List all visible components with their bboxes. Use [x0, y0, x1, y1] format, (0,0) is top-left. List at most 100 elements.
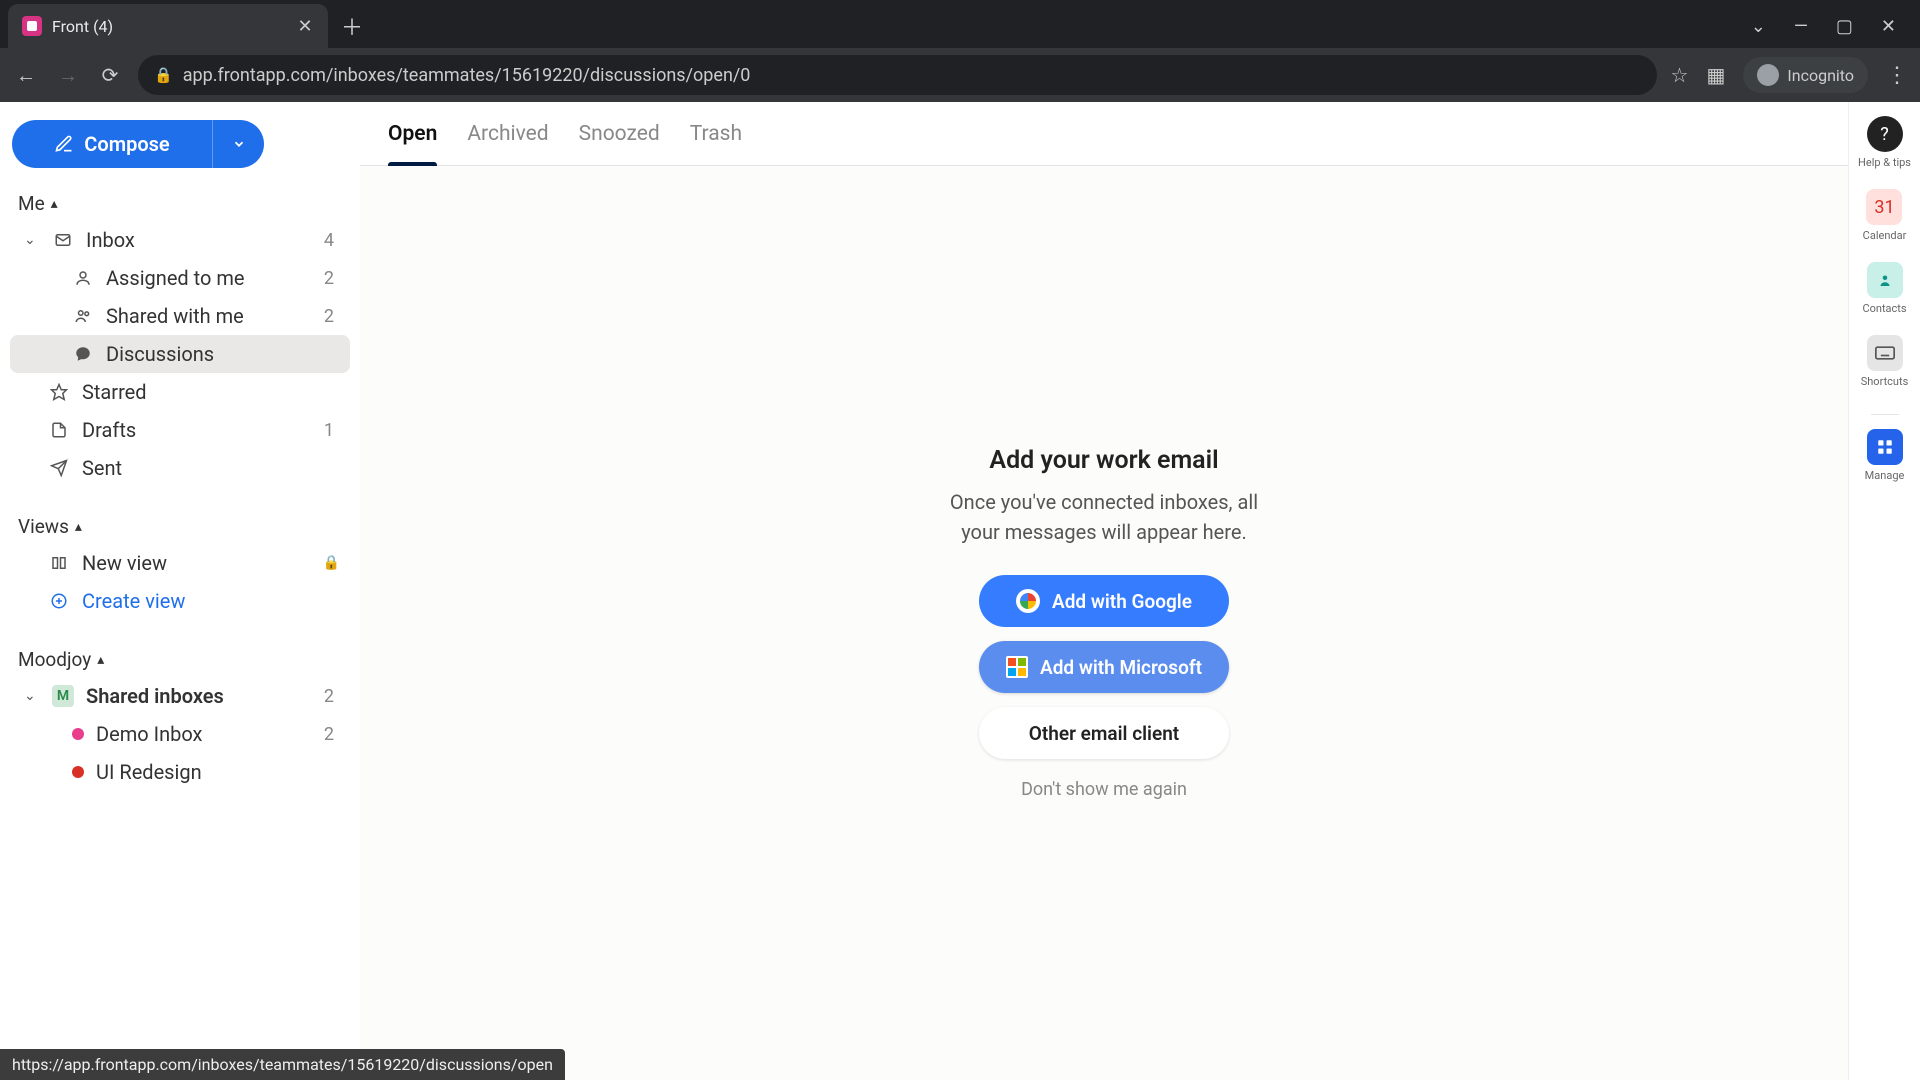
chat-icon	[72, 345, 94, 363]
apps-icon	[1867, 429, 1903, 465]
assigned-count: 2	[324, 268, 340, 289]
rail-help[interactable]: ? Help & tips	[1858, 116, 1911, 169]
caret-up-icon: ▴	[75, 519, 82, 535]
section-views-label: Views	[18, 515, 69, 538]
tab-archived[interactable]: Archived	[467, 102, 548, 166]
new-tab-button[interactable]: ＋	[334, 8, 370, 44]
section-me[interactable]: Me ▴	[10, 186, 350, 221]
sidebar-item-shared-inboxes[interactable]: ⌄ M Shared inboxes 2	[10, 677, 350, 715]
assigned-label: Assigned to me	[106, 266, 312, 290]
sidebar-item-demo-inbox[interactable]: Demo Inbox 2	[10, 715, 350, 753]
inbox-icon	[52, 231, 74, 249]
sidebar-item-discussions[interactable]: Discussions	[10, 335, 350, 373]
new-view-label: New view	[82, 551, 311, 575]
create-view-label: Create view	[82, 589, 340, 613]
demo-inbox-label: Demo Inbox	[96, 722, 312, 746]
compose-label: Compose	[84, 132, 169, 156]
lock-icon: 🔒	[154, 66, 173, 84]
dismiss-link[interactable]: Don't show me again	[1021, 779, 1187, 800]
chevron-down-icon	[232, 137, 246, 151]
incognito-label: Incognito	[1787, 66, 1854, 85]
minimize-icon[interactable]: —	[1794, 16, 1808, 37]
dot-icon	[72, 766, 84, 778]
extensions-icon[interactable]: ▦	[1706, 63, 1725, 87]
reload-button[interactable]: ⟳	[96, 61, 124, 89]
sidebar-item-starred[interactable]: Starred	[10, 373, 350, 411]
inbox-count: 4	[324, 230, 340, 251]
empty-subtitle: Once you've connected inboxes, all your …	[934, 487, 1274, 547]
sidebar-item-drafts[interactable]: Drafts 1	[10, 411, 350, 449]
content-area: Add your work email Once you've connecte…	[360, 166, 1848, 1080]
forward-button[interactable]: →	[54, 61, 82, 89]
tab-snoozed[interactable]: Snoozed	[579, 102, 660, 166]
favicon	[22, 16, 42, 36]
rail-manage[interactable]: Manage	[1865, 429, 1905, 482]
sidebar-item-ui-redesign[interactable]: UI Redesign	[10, 753, 350, 791]
url-box[interactable]: 🔒 app.frontapp.com/inboxes/teammates/156…	[138, 55, 1657, 95]
help-icon: ?	[1867, 116, 1903, 152]
browser-chrome: Front (4) ✕ ＋ ⌄ — ▢ ✕ ← → ⟳ 🔒 app.fronta…	[0, 0, 1920, 102]
section-workspace[interactable]: Moodjoy ▴	[10, 642, 350, 677]
tab-close-icon[interactable]: ✕	[296, 17, 314, 35]
sidebar-item-create-view[interactable]: Create view	[10, 582, 350, 620]
rail-shortcuts-label: Shortcuts	[1861, 375, 1909, 388]
lock-icon: 🔒	[323, 555, 340, 571]
discussions-label: Discussions	[106, 342, 340, 366]
tab-bar: Front (4) ✕ ＋ ⌄ — ▢ ✕	[0, 0, 1920, 48]
caret-up-icon: ▴	[51, 196, 58, 212]
tab-trash[interactable]: Trash	[690, 102, 742, 166]
incognito-badge[interactable]: Incognito	[1743, 57, 1868, 93]
caret-up-icon: ▴	[97, 652, 104, 668]
bookmark-icon[interactable]: ☆	[1671, 63, 1689, 87]
compose-icon	[54, 134, 74, 154]
tab-archived-label: Archived	[467, 122, 548, 146]
sidebar-item-inbox[interactable]: ⌄ Inbox 4	[10, 221, 350, 259]
shared-count: 2	[324, 306, 340, 327]
back-button[interactable]: ←	[12, 61, 40, 89]
sidebar-item-sent[interactable]: Sent	[10, 449, 350, 487]
add-microsoft-button[interactable]: Add with Microsoft	[979, 641, 1229, 693]
add-google-label: Add with Google	[1052, 590, 1192, 613]
people-icon	[72, 307, 94, 325]
other-email-button[interactable]: Other email client	[979, 707, 1229, 759]
sidebar-item-shared[interactable]: Shared with me 2	[10, 297, 350, 335]
right-rail: ? Help & tips 31 Calendar Contacts Short…	[1848, 102, 1920, 1080]
tab-snoozed-label: Snoozed	[579, 122, 660, 146]
sidebar: Compose Me ▴ ⌄ Inbox 4 Assigned to me 2 …	[0, 102, 360, 1080]
starred-label: Starred	[82, 380, 340, 404]
sidebar-item-assigned[interactable]: Assigned to me 2	[10, 259, 350, 297]
close-window-icon[interactable]: ✕	[1881, 16, 1896, 37]
send-icon	[48, 459, 70, 477]
sidebar-item-new-view[interactable]: New view 🔒	[10, 544, 350, 582]
browser-tab[interactable]: Front (4) ✕	[8, 4, 328, 48]
other-email-label: Other email client	[1029, 722, 1179, 745]
rail-calendar[interactable]: 31 Calendar	[1863, 189, 1907, 242]
maximize-icon[interactable]: ▢	[1836, 16, 1853, 37]
url-text: app.frontapp.com/inboxes/teammates/15619…	[183, 65, 751, 86]
status-bar: https://app.frontapp.com/inboxes/teammat…	[0, 1049, 565, 1080]
rail-contacts-label: Contacts	[1862, 302, 1906, 315]
tabs-row: Open Archived Snoozed Trash	[360, 102, 1848, 166]
browser-menu-icon[interactable]: ⋮	[1886, 63, 1908, 88]
app: Compose Me ▴ ⌄ Inbox 4 Assigned to me 2 …	[0, 102, 1920, 1080]
main: Open Archived Snoozed Trash Add your wor…	[360, 102, 1848, 1080]
rail-shortcuts[interactable]: Shortcuts	[1861, 335, 1909, 388]
tabs-dropdown-icon[interactable]: ⌄	[1751, 16, 1766, 37]
rail-separator	[1871, 414, 1899, 415]
compose-dropdown[interactable]	[212, 120, 264, 168]
microsoft-icon	[1006, 656, 1028, 678]
incognito-icon	[1757, 64, 1779, 86]
rail-contacts[interactable]: Contacts	[1862, 262, 1906, 315]
dot-icon	[72, 728, 84, 740]
shared-inboxes-count: 2	[324, 686, 340, 707]
compose-button[interactable]: Compose	[12, 120, 212, 168]
rail-calendar-label: Calendar	[1863, 229, 1907, 242]
address-bar: ← → ⟳ 🔒 app.frontapp.com/inboxes/teammat…	[0, 48, 1920, 102]
add-google-button[interactable]: Add with Google	[979, 575, 1229, 627]
columns-icon	[48, 554, 70, 572]
google-icon	[1016, 589, 1040, 613]
section-views[interactable]: Views ▴	[10, 509, 350, 544]
tab-open[interactable]: Open	[388, 102, 437, 166]
ui-redesign-label: UI Redesign	[96, 760, 340, 784]
keyboard-icon	[1867, 335, 1903, 371]
